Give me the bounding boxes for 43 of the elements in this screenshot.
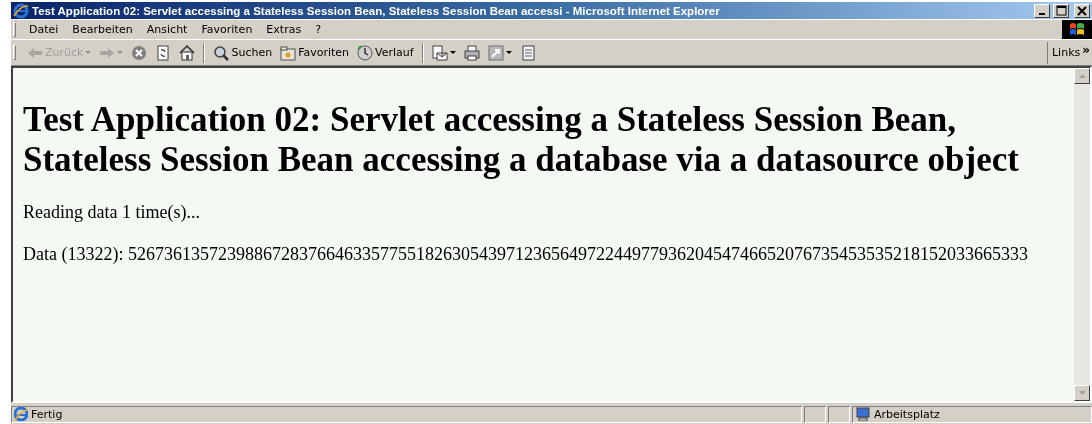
history-button[interactable]: Verlauf <box>354 41 417 64</box>
menu-item[interactable]: Extras <box>259 23 309 36</box>
printer-icon <box>463 44 480 61</box>
paragraph: Data (13322): 5267361357239886728376646335775518263054397123656497224497793620454746652076735453535218152033665333 <box>23 244 1029 265</box>
status-pane <box>828 405 850 423</box>
status-pane <box>804 405 826 423</box>
refresh-icon <box>155 44 172 61</box>
windows-logo <box>1062 20 1092 39</box>
computer-icon <box>855 407 871 421</box>
page-heading: Test Application 02: Servlet accessing a Stateless Session Bean, Stateless Session Bean accessing a database via a datasource object <box>23 100 1020 180</box>
home-icon <box>179 44 196 61</box>
zone-text: Arbeitsplatz <box>874 407 940 421</box>
caret-icon <box>85 50 92 55</box>
menu-item[interactable]: Datei <box>22 23 66 36</box>
favorites-button[interactable]: Favoriten <box>277 41 353 64</box>
clock-icon <box>357 44 374 61</box>
browser-icon <box>13 2 29 19</box>
menu-item[interactable]: ? <box>308 23 328 36</box>
search-button[interactable]: Suchen <box>210 41 276 64</box>
maximize-button[interactable] <box>1053 3 1069 18</box>
maximize-icon <box>1055 4 1067 17</box>
document-icon <box>519 44 536 61</box>
minimize-button[interactable] <box>1034 3 1050 18</box>
minimize-icon <box>1039 12 1045 15</box>
window-title: Test Application 02: Servlet accessing a Stateless Session Bean, Stateless Session Bean accessi - Microsoft Internet Explorer <box>32 4 721 17</box>
caret-icon <box>505 50 512 55</box>
close-button[interactable] <box>1074 3 1090 18</box>
menu-item[interactable]: Ansicht <box>139 23 195 36</box>
scroll-down-icon <box>1078 391 1086 395</box>
envelope-icon <box>431 44 448 61</box>
more-button[interactable]: » <box>1082 42 1090 57</box>
status-text: Fertig <box>31 407 63 421</box>
stop-icon <box>131 44 148 61</box>
menu-item[interactable]: Bearbeiten <box>65 23 140 36</box>
caret-icon <box>449 50 456 55</box>
close-icon <box>1076 4 1088 17</box>
magnifier-icon <box>213 44 230 61</box>
menu-item[interactable]: Favoriten <box>194 23 260 36</box>
scroll-up-icon <box>1078 74 1086 78</box>
caret-icon <box>117 50 124 55</box>
links-button[interactable]: Links <box>1051 46 1081 59</box>
page-icon <box>14 407 28 421</box>
paragraph: Reading data 1 time(s)... <box>23 202 201 223</box>
